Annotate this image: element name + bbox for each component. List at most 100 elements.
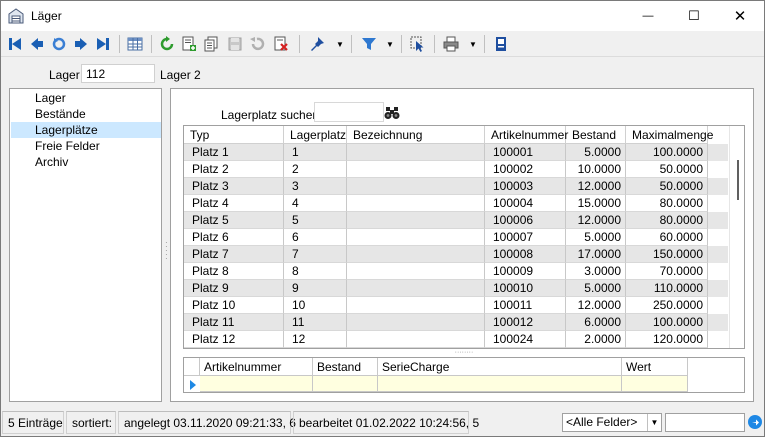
first-record-button[interactable] [5,34,25,54]
cell-artikelnummer[interactable]: 100001 [485,144,566,161]
pin-dropdown[interactable]: ▼ [335,37,345,51]
cell-bezeichnung[interactable] [347,246,485,263]
table-row[interactable]: Platz 7 7 100008 17.0000 150.0000 [184,246,728,263]
nav-item-lagerplaetze[interactable]: Lagerplätze [11,122,161,138]
cell-typ[interactable]: Platz 2 [184,161,284,178]
table-row[interactable]: Platz 4 4 100004 15.0000 80.0000 [184,195,728,212]
cell-typ[interactable]: Platz 7 [184,246,284,263]
cell-artikelnummer[interactable]: 100024 [485,331,566,348]
cell-bestand[interactable]: 15.0000 [566,195,626,212]
cell-maximalmenge[interactable]: 70.0000 [626,263,708,280]
subtable-cell[interactable] [313,376,378,392]
cell-bezeichnung[interactable] [347,212,485,229]
table-row[interactable]: Platz 12 12 100024 2.0000 120.0000 [184,331,728,348]
filter-button[interactable] [359,34,379,54]
cell-bestand[interactable]: 5.0000 [566,229,626,246]
cell-typ[interactable]: Platz 11 [184,314,284,331]
vertical-splitter[interactable]: · · · · · [165,239,168,263]
column-header-seriecharge[interactable]: SerieCharge [378,358,622,376]
cell-bestand[interactable]: 12.0000 [566,297,626,314]
minimize-button[interactable]: — [625,1,671,31]
cell-lagerplatz[interactable]: 4 [284,195,347,212]
cell-lagerplatz[interactable]: 10 [284,297,347,314]
subtable-new-row[interactable] [200,376,688,392]
cell-artikelnummer[interactable]: 100011 [485,297,566,314]
last-record-button[interactable] [93,34,113,54]
cell-lagerplatz[interactable]: 5 [284,212,347,229]
copy-record-button[interactable] [201,34,221,54]
cell-lagerplatz[interactable]: 6 [284,229,347,246]
cell-bezeichnung[interactable] [347,280,485,297]
table-scrollbar[interactable] [729,126,744,348]
cell-bezeichnung[interactable] [347,144,485,161]
save-button[interactable] [225,34,245,54]
column-header-bestand[interactable]: Bestand [566,126,626,144]
cell-maximalmenge[interactable]: 80.0000 [626,212,708,229]
nav-item-bestaende[interactable]: Bestände [11,106,161,122]
table-row[interactable]: Platz 5 5 100006 12.0000 80.0000 [184,212,728,229]
table-row[interactable]: Platz 3 3 100003 12.0000 50.0000 [184,178,728,195]
cell-maximalmenge[interactable]: 110.0000 [626,280,708,297]
cell-artikelnummer[interactable]: 100002 [485,161,566,178]
cell-lagerplatz[interactable]: 9 [284,280,347,297]
cell-bezeichnung[interactable] [347,331,485,348]
cell-typ[interactable]: Platz 8 [184,263,284,280]
cell-artikelnummer[interactable]: 100006 [485,212,566,229]
nav-item-lager[interactable]: Lager [11,90,161,106]
scrollbar-thumb[interactable] [737,160,739,200]
table-row[interactable]: Platz 1 1 100001 5.0000 100.0000 [184,144,728,161]
cell-maximalmenge[interactable]: 50.0000 [626,161,708,178]
cell-typ[interactable]: Platz 3 [184,178,284,195]
table-row[interactable]: Platz 10 10 100011 12.0000 250.0000 [184,297,728,314]
cell-bestand[interactable]: 10.0000 [566,161,626,178]
table-row[interactable]: Platz 6 6 100007 5.0000 60.0000 [184,229,728,246]
cell-lagerplatz[interactable]: 11 [284,314,347,331]
print-button[interactable] [441,34,461,54]
cell-bezeichnung[interactable] [347,263,485,280]
cell-maximalmenge[interactable]: 250.0000 [626,297,708,314]
reload-button[interactable] [157,34,177,54]
lager-number-input[interactable] [81,64,155,83]
cell-bezeichnung[interactable] [347,161,485,178]
column-header-artikelnummer[interactable]: Artikelnummer [485,126,568,144]
table-row[interactable]: Platz 8 8 100009 3.0000 70.0000 [184,263,728,280]
subtable-cell[interactable] [622,376,688,392]
cell-typ[interactable]: Platz 1 [184,144,284,161]
cell-bezeichnung[interactable] [347,314,485,331]
column-header-lagerplatz[interactable]: Lagerplatz [284,126,347,144]
column-header-typ[interactable]: Typ [184,126,284,144]
search-input[interactable] [314,102,384,122]
cell-lagerplatz[interactable]: 12 [284,331,347,348]
cell-maximalmenge[interactable]: 80.0000 [626,195,708,212]
column-header-maximalmenge[interactable]: Maximalmenge [626,126,713,144]
field-select-dropdown[interactable]: ▼ [647,414,661,431]
nav-item-freie-felder[interactable]: Freie Felder [11,138,161,154]
info-button[interactable] [491,34,511,54]
filter-dropdown[interactable]: ▼ [385,37,395,51]
maximize-button[interactable]: ☐ [671,1,717,31]
cell-lagerplatz[interactable]: 7 [284,246,347,263]
cell-maximalmenge[interactable]: 120.0000 [626,331,708,348]
refresh-record-button[interactable] [49,34,69,54]
cell-typ[interactable]: Platz 9 [184,280,284,297]
cell-maximalmenge[interactable]: 50.0000 [626,178,708,195]
cell-bestand[interactable]: 5.0000 [566,144,626,161]
search-go-icon[interactable] [747,414,763,430]
cell-artikelnummer[interactable]: 100012 [485,314,566,331]
cell-maximalmenge[interactable]: 100.0000 [626,314,708,331]
column-header-bezeichnung[interactable]: Bezeichnung [347,126,485,144]
cell-maximalmenge[interactable]: 150.0000 [626,246,708,263]
horizontal-splitter[interactable]: ········ [454,349,474,356]
nav-item-archiv[interactable]: Archiv [11,154,161,170]
binoculars-icon[interactable] [384,105,400,121]
cell-artikelnummer[interactable]: 100008 [485,246,566,263]
table-row[interactable]: Platz 11 11 100012 6.0000 100.0000 [184,314,728,331]
column-header-wert[interactable]: Wert [622,358,688,376]
cell-bestand[interactable]: 6.0000 [566,314,626,331]
column-header-artikelnummer[interactable]: Artikelnummer [200,358,313,376]
next-record-button[interactable] [71,34,91,54]
cell-typ[interactable]: Platz 10 [184,297,284,314]
prev-record-button[interactable] [27,34,47,54]
delete-button[interactable] [271,34,291,54]
cell-bezeichnung[interactable] [347,178,485,195]
